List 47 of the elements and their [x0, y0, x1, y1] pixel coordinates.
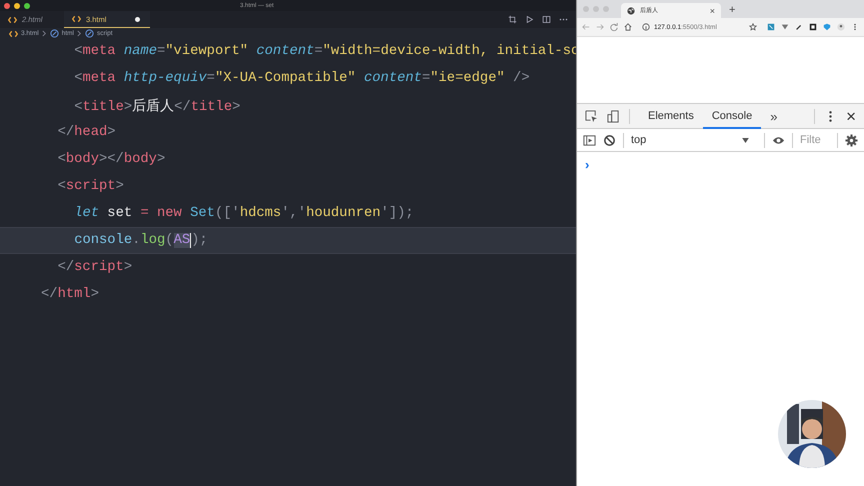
unsaved-dot	[135, 16, 140, 22]
eyedropper-icon[interactable]	[795, 23, 803, 31]
device-toolbar-icon[interactable]	[607, 110, 620, 122]
console-prompt[interactable]: ›	[585, 157, 590, 172]
chevron-icon	[42, 30, 47, 37]
reload-icon[interactable]	[610, 23, 618, 31]
info-icon	[642, 23, 650, 31]
code-line: console.log(AS);	[74, 233, 208, 248]
code-line: </head>	[58, 125, 116, 140]
new-tab-button[interactable]: +	[725, 4, 740, 18]
shield-icon[interactable]	[823, 23, 831, 31]
minimize-window-button[interactable]	[14, 2, 20, 8]
caret-icon	[742, 138, 749, 142]
more-tabs-button[interactable]: »	[770, 108, 778, 124]
close-window-button[interactable]	[4, 2, 10, 8]
element-icon	[50, 29, 59, 38]
extension-icon[interactable]	[809, 23, 817, 31]
devtools-tab[interactable]: Elements	[639, 104, 703, 128]
html-file-icon	[9, 30, 18, 38]
code-line: let set = new Set(['hdcms','houdunren']);	[74, 206, 414, 221]
close-button[interactable]: ×	[846, 108, 856, 124]
code-line: <title>后盾人</title>	[74, 98, 240, 114]
chevron-icon	[76, 30, 82, 37]
context-select[interactable]: top	[631, 134, 757, 146]
element-icon	[84, 29, 94, 38]
code-line: </html>	[41, 287, 99, 302]
funnel-icon[interactable]	[781, 23, 789, 31]
maximize-window-button[interactable]	[24, 2, 30, 8]
inspect-icon[interactable]	[585, 110, 598, 122]
code-line: <script>	[58, 179, 124, 194]
split-editor-icon[interactable]	[542, 15, 551, 24]
html-file-icon	[8, 16, 17, 24]
clear-icon[interactable]	[603, 134, 616, 146]
sidebar-icon[interactable]	[583, 134, 596, 146]
code-line: <meta name="viewport" content="width=device-width, initial-sc	[74, 44, 580, 59]
devtools-tab[interactable]: Console	[702, 104, 762, 128]
code-line: <body></body>	[58, 152, 166, 167]
code-line: </script>	[58, 260, 132, 275]
code-line: <meta http-equiv="X-UA-Compatible" content="ie=edge" />	[74, 71, 530, 86]
tab-close-button[interactable]: ×	[710, 6, 715, 16]
html-file-icon	[72, 15, 81, 23]
run-icon[interactable]	[525, 15, 534, 24]
globe-icon	[627, 6, 635, 14]
settings-icon[interactable]	[845, 134, 858, 146]
profile-icon[interactable]	[837, 23, 845, 31]
home-icon[interactable]	[624, 23, 632, 31]
star-icon[interactable]	[749, 23, 757, 31]
